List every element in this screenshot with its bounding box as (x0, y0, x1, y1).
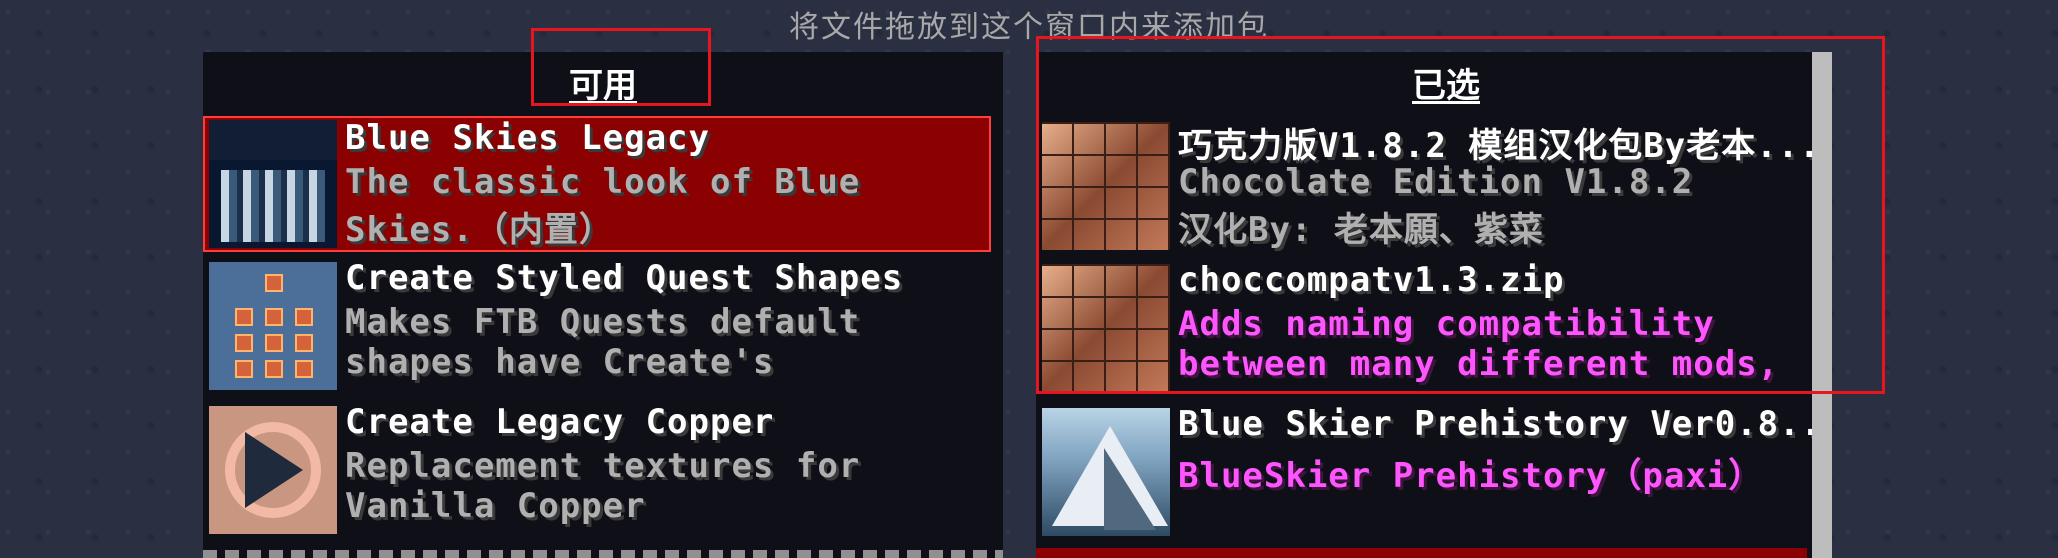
partial-next-selected-entry (1036, 548, 1807, 558)
pack-entry-create-styled-quest-shapes[interactable]: Create Styled Quest Shapes Makes FTB Que… (203, 258, 991, 394)
pack-desc-line1: Makes FTB Quests default (345, 302, 861, 342)
pack-name: Create Styled Quest Shapes (345, 258, 904, 298)
pack-entry-blue-skies-legacy[interactable]: Blue Skies Legacy The classic look of Bl… (203, 116, 991, 252)
pack-desc-line1: BlueSkier Prehistory（paxi） (1178, 456, 1764, 496)
pack-desc-line1: The classic look of Blue (345, 162, 861, 202)
copper-play-icon (209, 406, 337, 534)
pack-name: Blue Skies Legacy (345, 118, 710, 158)
partial-next-entry (203, 550, 1003, 558)
annotation-box-selected-panel (1036, 36, 1885, 394)
pack-desc-line2: Skies.（内置） (345, 210, 614, 250)
pack-entry-create-legacy-copper[interactable]: Create Legacy Copper Replacement texture… (203, 402, 991, 538)
pack-name: Blue Skier Prehistory Ver0.8... (1178, 404, 1829, 444)
quest-shapes-grid-icon (209, 262, 337, 390)
blue-skies-tower-icon (209, 120, 337, 248)
pack-entry-blue-skier-prehistory[interactable]: Blue Skier Prehistory Ver0.8... BlueSkie… (1036, 404, 1829, 540)
mountain-peak-icon (1042, 408, 1170, 536)
pack-desc-line1: Replacement textures for (345, 446, 861, 486)
annotation-box-available-title (531, 28, 711, 106)
pack-desc-line2: Vanilla Copper (345, 486, 646, 526)
available-packs-panel[interactable]: 可用 Blue Skies Legacy The classic look of… (203, 52, 1003, 558)
pack-name: Create Legacy Copper (345, 402, 775, 442)
pack-desc-line2: shapes have Create's (345, 342, 775, 382)
